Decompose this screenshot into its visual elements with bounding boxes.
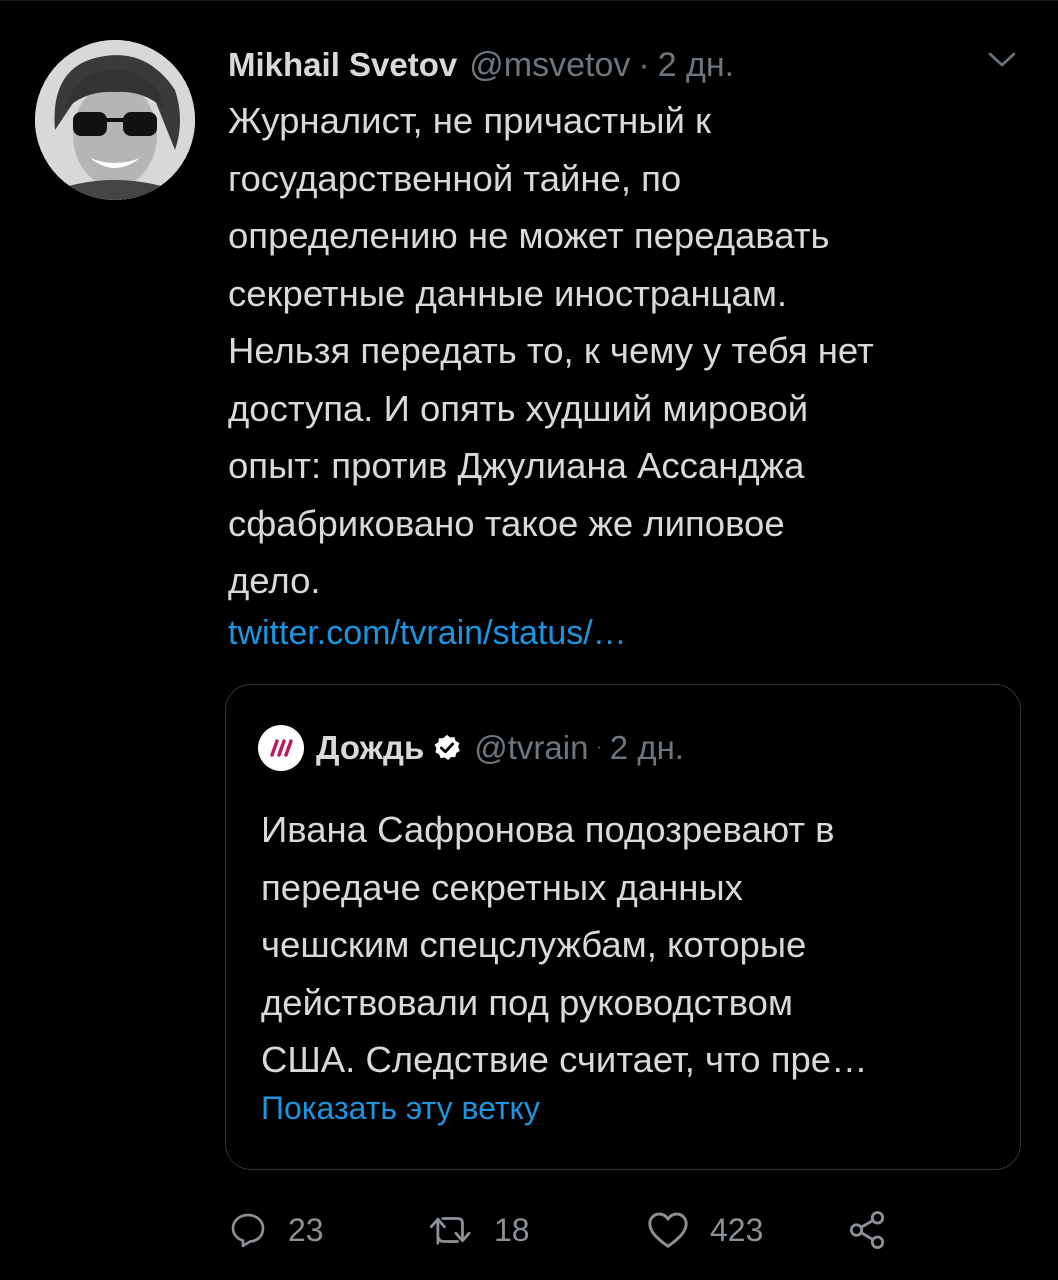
quoted-tweet-text: Ивана Сафронова подозревают в передаче с… bbox=[261, 809, 868, 1080]
quoted-author-name: Дождь bbox=[316, 729, 425, 766]
like-button[interactable]: 423 bbox=[646, 1200, 763, 1260]
quoted-author-handle: @tvrain bbox=[474, 729, 589, 766]
chevron-down-icon[interactable] bbox=[982, 44, 1022, 76]
reply-count: 23 bbox=[288, 1211, 324, 1248]
quoted-timestamp: 2 дн. bbox=[609, 729, 684, 766]
share-icon bbox=[849, 1211, 885, 1249]
quoted-tweet-card[interactable]: Дождь @tvrain · 2 дн. Ивана Сафронова по… bbox=[225, 684, 1021, 1170]
author-avatar[interactable] bbox=[35, 40, 195, 200]
verified-badge-icon bbox=[432, 733, 462, 763]
quoted-separator-dot: · bbox=[596, 739, 602, 756]
separator-dot: · bbox=[638, 45, 650, 84]
rain-logo-icon bbox=[258, 725, 304, 771]
heart-icon bbox=[648, 1212, 688, 1248]
top-divider bbox=[0, 0, 1058, 1]
retweet-button[interactable]: 18 bbox=[428, 1200, 530, 1260]
show-thread-link[interactable]: Показать эту ветку bbox=[261, 1085, 540, 1131]
retweet-icon bbox=[429, 1217, 471, 1245]
author-handle[interactable]: @msvetov bbox=[469, 46, 630, 85]
tweet-actions: 23 18 423 bbox=[228, 1200, 928, 1260]
tweet-header: Mikhail Svetov @msvetov · 2 дн. bbox=[228, 40, 734, 90]
like-count: 423 bbox=[710, 1211, 764, 1248]
tweet-text: Журналист, не причастный к государственн… bbox=[228, 100, 874, 601]
reply-button[interactable]: 23 bbox=[228, 1200, 324, 1260]
reply-icon bbox=[231, 1213, 265, 1248]
share-button[interactable] bbox=[846, 1200, 888, 1260]
quoted-tweet-header: Дождь @tvrain · 2 дн. bbox=[258, 723, 684, 773]
retweet-count: 18 bbox=[494, 1211, 530, 1248]
author-name[interactable]: Mikhail Svetov bbox=[228, 46, 457, 84]
tweet-timestamp[interactable]: 2 дн. bbox=[658, 46, 734, 85]
tweet-link[interactable]: twitter.com/tvrain/status/… bbox=[228, 608, 627, 658]
